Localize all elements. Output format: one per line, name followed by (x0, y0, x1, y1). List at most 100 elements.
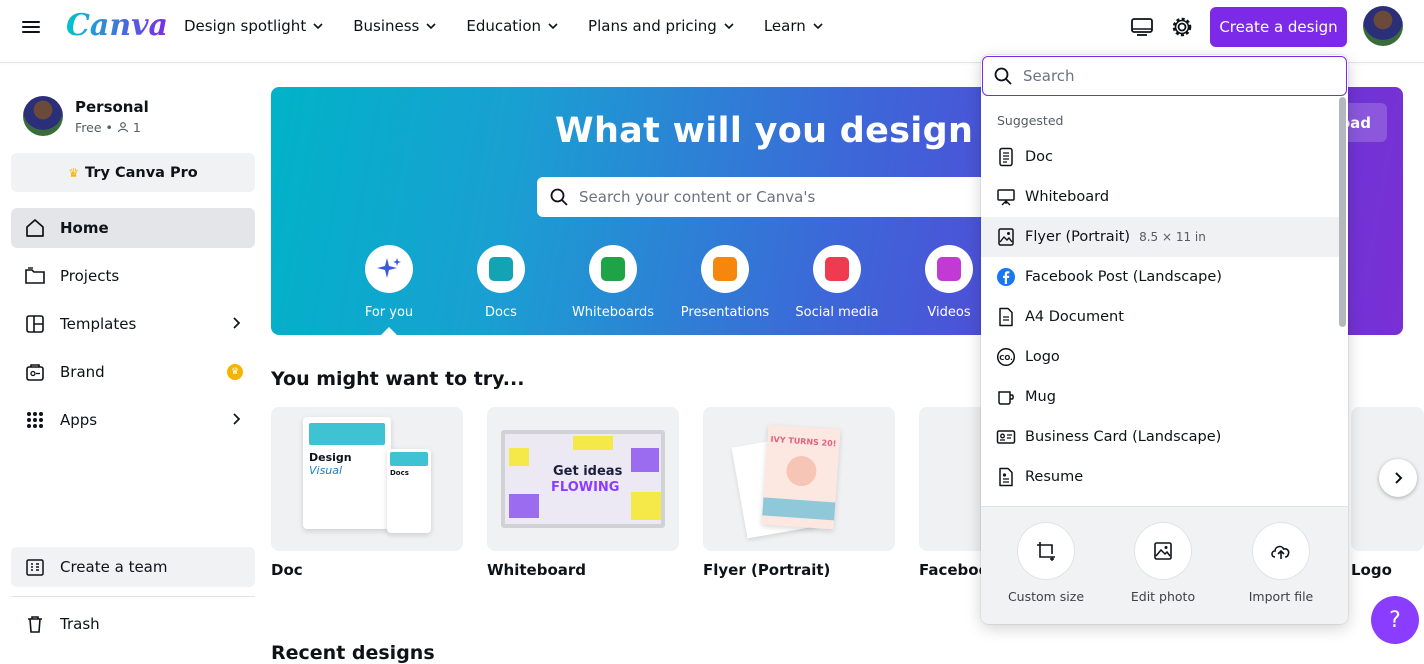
category-presentations[interactable]: Presentations (675, 245, 775, 320)
nav-learn[interactable]: Learn (764, 17, 823, 35)
chevron-down-icon (313, 23, 323, 30)
create-design-dropdown: Suggested Doc Whiteboard Flyer (Portrait… (981, 55, 1348, 624)
plan-label: Free • (75, 119, 113, 135)
active-category-indicator (381, 327, 397, 335)
nav-education[interactable]: Education (466, 17, 558, 35)
suggestion-business-card[interactable]: Business Card (Landscape) (981, 417, 1339, 457)
avatar (23, 96, 63, 136)
try-canva-pro-button[interactable]: ♛ Try Canva Pro (11, 153, 255, 192)
custom-size-icon (1018, 523, 1074, 579)
resume-icon (995, 466, 1017, 488)
sidebar-item-label: Brand (60, 363, 105, 381)
dropdown-actions: Custom size Edit photo Import file (981, 506, 1348, 624)
doc-preview-title: Design (309, 451, 352, 464)
doc-icon (995, 146, 1017, 168)
action-label: Custom size (1007, 589, 1085, 604)
cloud-upload-icon (1253, 523, 1309, 579)
card-label[interactable]: Flyer (Portrait) (703, 561, 830, 579)
sidebar-item-apps[interactable]: Apps (11, 400, 255, 440)
import-file-button[interactable]: Import file (1231, 523, 1331, 604)
category-label: Videos (927, 305, 971, 320)
dropdown-scrollbar[interactable] (1339, 97, 1346, 327)
image-icon (995, 226, 1017, 248)
suggestion-logo[interactable]: CO. Logo (981, 337, 1339, 377)
card-flyer-thumbnail[interactable]: IVY TURNS 20! (703, 407, 895, 551)
card-doc-thumbnail[interactable]: Design Visual Docs (271, 407, 463, 551)
suggestion-resume[interactable]: Resume (981, 457, 1339, 497)
section-title: You might want to try... (271, 368, 525, 390)
sidebar-item-home[interactable]: Home (11, 208, 255, 248)
dropdown-search-input[interactable] (1023, 67, 1323, 85)
doc-mobile-title: Docs (390, 469, 409, 477)
canva-logo[interactable]: Canva (66, 8, 168, 43)
profile-switcher[interactable]: Personal Free • 1 (23, 96, 149, 136)
suggestion-label: Whiteboard (1025, 189, 1110, 205)
help-button[interactable]: ? (1371, 596, 1419, 644)
brand-icon (24, 361, 46, 383)
chevron-down-icon (724, 23, 734, 30)
search-icon (550, 188, 568, 206)
suggestion-a4-document[interactable]: A4 Document (981, 297, 1339, 337)
docs-icon (477, 245, 525, 293)
create-design-button[interactable]: Create a design (1210, 7, 1347, 47)
business-card-icon (995, 426, 1017, 448)
category-whiteboards[interactable]: Whiteboards (563, 245, 663, 320)
category-social-media[interactable]: Social media (787, 245, 887, 320)
sidebar: Personal Free • 1 ♛ Try Canva Pro Home Pr… (0, 64, 270, 651)
card-label[interactable]: Doc (271, 561, 303, 579)
sidebar-item-trash[interactable]: Trash (11, 604, 255, 644)
suggestion-whiteboard[interactable]: Whiteboard (981, 177, 1339, 217)
pro-crown-badge: ♛ (227, 364, 243, 380)
suggested-heading: Suggested (997, 113, 1064, 128)
member-count: 1 (132, 119, 141, 135)
sidebar-item-projects[interactable]: Projects (11, 256, 255, 296)
gear-icon[interactable] (1169, 14, 1195, 40)
suggestion-doc[interactable]: Doc (981, 137, 1339, 177)
avatar[interactable] (1363, 6, 1403, 46)
nav-business[interactable]: Business (353, 17, 436, 35)
card-label[interactable]: Whiteboard (487, 561, 586, 579)
suggestion-flyer-portrait[interactable]: Flyer (Portrait) 8.5 × 11 in (981, 217, 1339, 257)
menu-icon[interactable] (22, 18, 40, 36)
pro-label: Try Canva Pro (85, 164, 198, 181)
suggestion-label: A4 Document (1025, 309, 1124, 325)
nav-label: Learn (763, 17, 806, 35)
suggestion-label: Logo (1025, 349, 1060, 365)
action-label: Edit photo (1130, 589, 1196, 604)
nav-label: Design spotlight (184, 17, 307, 35)
edit-photo-button[interactable]: Edit photo (1113, 523, 1213, 604)
card-whiteboard-thumbnail[interactable]: Get ideas FLOWING (487, 407, 679, 551)
whiteboards-icon (589, 245, 637, 293)
whiteboard-icon (995, 186, 1017, 208)
sidebar-item-label: Apps (60, 411, 98, 429)
sidebar-item-label: Templates (60, 315, 137, 333)
category-label: Docs (485, 305, 517, 320)
sidebar-item-brand[interactable]: Brand ♛ (11, 352, 255, 392)
sidebar-item-label: Projects (60, 267, 120, 285)
nav-design-spotlight[interactable]: Design spotlight (184, 17, 323, 35)
suggestion-mug[interactable]: Mug (981, 377, 1339, 417)
chevron-down-icon (813, 23, 823, 30)
recent-designs-title: Recent designs (271, 642, 435, 664)
create-team-button[interactable]: Create a team (11, 547, 255, 587)
desktop-app-icon[interactable] (1129, 14, 1155, 40)
suggestion-label: Facebook Post (Landscape) (1025, 269, 1222, 285)
home-icon (24, 217, 46, 239)
suggestion-facebook-post[interactable]: Facebook Post (Landscape) (981, 257, 1339, 297)
team-icon (24, 556, 46, 578)
edit-photo-icon (1135, 523, 1191, 579)
sidebar-item-templates[interactable]: Templates (11, 304, 255, 344)
nav-label: Education (466, 17, 542, 35)
apps-grid-icon (24, 409, 46, 431)
category-docs[interactable]: Docs (451, 245, 551, 320)
search-icon (994, 67, 1012, 85)
nav-plans-pricing[interactable]: Plans and pricing (588, 17, 734, 35)
custom-size-button[interactable]: Custom size (996, 523, 1096, 604)
card-label[interactable]: Logo (1351, 561, 1392, 579)
hero-search-placeholder: Search your content or Canva's (579, 188, 816, 206)
carousel-next-button[interactable] (1379, 459, 1417, 497)
document-icon (995, 306, 1017, 328)
chevron-down-icon (426, 23, 436, 30)
category-for-you[interactable]: For you (339, 245, 439, 320)
sidebar-item-label: Home (60, 219, 109, 237)
